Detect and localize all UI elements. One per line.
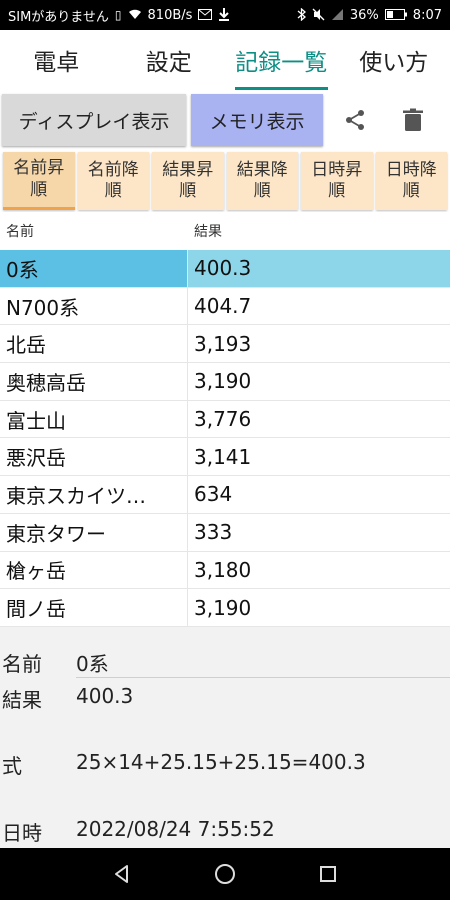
sort-label-line2: 順 [179,181,197,201]
row-name: 奥穂高岳 [0,363,188,400]
bluetooth-icon [297,7,306,23]
table-row[interactable]: 槍ヶ岳 3,180 [0,551,450,590]
share-icon[interactable] [329,94,381,146]
tab-calculator[interactable]: 電卓 [0,30,113,90]
tab-bar: 電卓 設定 記録一覧 使い方 [0,30,450,90]
detail-name-value: 0系 [76,652,109,676]
row-result: 3,190 [194,595,252,620]
clock: 8:07 [412,7,442,23]
sort-label-line2: 順 [328,181,346,201]
divider [76,677,450,678]
detail-formula-line: 式 25×14+25.15+25.15=400.3 [0,750,450,779]
tab-settings[interactable]: 設定 [113,30,226,90]
sort-label-line1: 名前降 [87,159,139,180]
memory-view-button[interactable]: メモリ表示 [191,94,323,146]
recents-icon[interactable] [313,859,343,889]
detail-result-value: 400.3 [76,684,134,708]
sort-name-desc-button[interactable]: 名前降順 [77,152,149,210]
table-row[interactable]: 奥穂高岳 3,190 [0,363,450,401]
table-row[interactable]: 北岳 3,193 [0,325,450,364]
table-row[interactable]: 富士山 3,776 [0,400,450,439]
row-name: 北岳 [0,325,188,363]
sort-label-line2: 順 [402,181,420,201]
system-nav-bar [0,848,450,900]
row-result: 3,141 [194,444,252,469]
toolbar: ディスプレイ表示 メモリ表示 [0,90,450,150]
detail-result-label: 結果 [2,688,42,712]
sort-label-line2: 順 [253,181,271,201]
sort-label-line1: 結果降 [236,159,288,180]
detail-formula-value: 25×14+25.15+25.15=400.3 [76,750,366,774]
detail-datetime-label: 日時 [2,821,42,845]
row-result: 333 [194,520,233,545]
table-row[interactable]: 間ノ岳 3,190 [0,589,450,627]
row-result: 404.7 [194,294,252,319]
display-view-button[interactable]: ディスプレイ表示 [2,94,186,146]
wifi-icon [128,8,142,22]
sim-icon: ▯ [114,8,122,22]
detail-datetime-line: 日時 2022/08/24 7:55:52 [0,817,450,846]
mail-icon [198,8,213,22]
tab-record-list[interactable]: 記録一覧 [225,30,338,90]
row-name: 槍ヶ岳 [0,551,188,589]
column-header-name: 名前 [6,224,34,240]
column-header-result: 結果 [194,224,222,240]
mute-icon [312,8,325,23]
table-row[interactable]: 悪沢岳 3,141 [0,438,450,477]
row-result: 3,180 [194,557,252,582]
row-name: N700系 [0,287,188,325]
detail-result-line: 結果 400.3 [0,684,450,713]
table-row[interactable]: N700系 404.7 [0,287,450,326]
sort-result-asc-button[interactable]: 結果昇順 [152,152,224,210]
sort-bar: 名前昇順 名前降順 結果昇順 結果降順 日時昇順 日時降順 [0,150,450,212]
sort-label-line1: 日時昇 [311,159,363,180]
back-icon[interactable] [107,859,137,889]
sort-date-desc-button[interactable]: 日時降順 [375,152,447,210]
sort-label-line1: 日時降 [385,159,437,180]
detail-name-line: 名前 0系 [0,648,450,677]
row-name: 0系 [0,250,188,287]
sort-label-line2: 順 [30,179,48,200]
sort-result-desc-button[interactable]: 結果降順 [226,152,298,210]
row-result: 3,193 [194,331,252,356]
tab-how-to-use[interactable]: 使い方 [338,30,450,90]
home-icon[interactable] [210,859,240,889]
sort-label-line1: 名前昇 [13,158,65,179]
table-row[interactable]: 東京タワー 333 [0,513,450,552]
sort-name-asc-button[interactable]: 名前昇順 [3,152,75,210]
row-result: 634 [194,482,233,507]
signal-icon [331,8,344,23]
table-row[interactable]: 東京スカイツ… 634 [0,476,450,514]
detail-datetime-value: 2022/08/24 7:55:52 [76,817,275,841]
record-table: 0系 400.3 N700系 404.7 北岳 3,193 奥穂高岳 3,190… [0,250,450,627]
carrier-text: SIMがありません [8,9,109,25]
battery-icon [384,8,407,22]
record-detail-panel: 名前 0系 結果 400.3 式 25×14+25.15+25.15=400.3… [0,630,450,848]
row-result: 400.3 [194,256,252,281]
row-name: 悪沢岳 [0,438,188,476]
download-icon [218,7,230,23]
row-name: 間ノ岳 [0,589,188,626]
row-name: 東京スカイツ… [0,476,188,513]
net-speed: 810B/s [147,7,193,23]
row-name: 東京タワー [0,513,188,551]
battery-text: 36% [349,7,379,23]
sort-date-asc-button[interactable]: 日時昇順 [301,152,373,210]
sort-label-line1: 結果昇 [162,159,214,180]
status-bar: SIMがありません ▯ 810B/s 36% 8:07 [0,0,450,30]
row-result: 3,190 [194,369,252,394]
table-header: 名前 結果 [0,212,450,250]
table-row[interactable]: 0系 400.3 [0,250,450,288]
delete-icon[interactable] [387,94,439,146]
sort-label-line2: 順 [104,181,122,201]
detail-formula-label: 式 [2,754,22,778]
row-result: 3,776 [194,407,252,432]
row-name: 富士山 [0,400,188,438]
detail-name-label: 名前 [2,652,42,676]
